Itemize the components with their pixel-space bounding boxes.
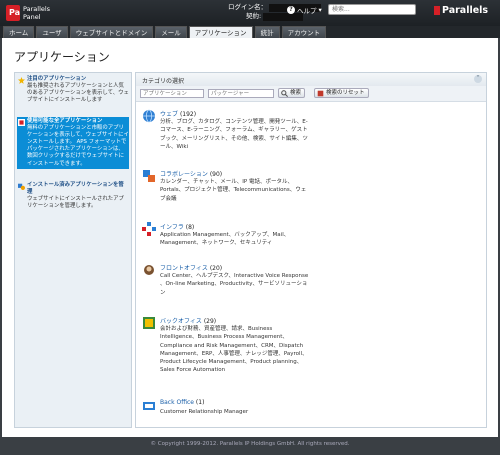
manage-apps-icon <box>18 183 25 190</box>
category-count: (20) <box>209 265 223 272</box>
tab-account[interactable]: アカウント <box>281 26 327 38</box>
top-bar: Pa Parallels Panel ログイン名： 契約: ? ヘルプ ▾ Pa… <box>0 0 500 26</box>
category-desc: Call Center、ヘルプデスク、Interactive Voice Res… <box>160 273 309 296</box>
logo-mark-icon: Pa <box>6 5 20 21</box>
brand-label: Parallels <box>442 5 489 16</box>
category-count: (1) <box>195 399 205 406</box>
filter-bar: 検索 検索のリセット <box>136 86 486 102</box>
category-link-back-office[interactable]: バックオフィス (29) <box>160 316 216 325</box>
packager-filter-input[interactable] <box>208 89 274 98</box>
sidebar-item-all-apps[interactable]: 使用可能な全アプリケーション 無料のアプリケーションと市販のアプリケーションを表… <box>17 117 129 169</box>
category-count: (8) <box>185 224 195 231</box>
parallels-panel-logo[interactable]: Pa Parallels Panel <box>6 4 66 22</box>
search-input[interactable] <box>328 4 416 15</box>
search-icon <box>281 90 288 97</box>
tab-users[interactable]: ユーザ <box>36 26 68 38</box>
sidebar-item-desc: 最も推奨されるアプリケーションと人気のあるアプリケーションを表示して、ウェブサイ… <box>27 83 129 104</box>
reset-search-button[interactable]: 検索のリセット <box>314 88 369 98</box>
category-desc: 会計および財務、資産管理、請求、Business Intelligence、Bu… <box>160 326 308 374</box>
help-label: ヘルプ <box>297 7 317 15</box>
logo-line1: Parallels <box>23 5 51 13</box>
sidebar-item-title: 注目のアプリケーション <box>27 76 87 82</box>
footer-copyright: © Copyright 1999-2012. Parallels IP Hold… <box>150 441 350 447</box>
application-filter-input[interactable] <box>140 89 204 98</box>
category-desc: カレンダー、チャット、メール、IP 電話、ポータル、Portals、プロジェクト… <box>160 179 307 202</box>
contract-label: 契約: <box>246 12 262 20</box>
category-count: (90) <box>209 171 223 178</box>
tab-home[interactable]: ホーム <box>3 26 35 38</box>
sidebar: 注目のアプリケーション 最も推奨されるアプリケーションと人気のあるアプリケーショ… <box>14 72 132 428</box>
category-link-web[interactable]: ウェブ (192) <box>160 109 196 118</box>
category-link-collaboration[interactable]: コラボレーション (90) <box>160 169 222 178</box>
headset-icon <box>144 265 154 275</box>
category-name: フロントオフィス <box>160 265 208 272</box>
category-name: インフラ <box>160 224 184 231</box>
logo-line2: Panel <box>23 13 41 21</box>
sidebar-item-featured[interactable]: 注目のアプリケーション 最も推奨されるアプリケーションと人気のあるアプリケーショ… <box>17 75 129 105</box>
sidebar-item-desc: ウェブサイトにインストールされたアプリケーションを管理します。 <box>27 196 124 210</box>
reset-icon <box>317 90 324 97</box>
collaboration-icon <box>143 170 155 182</box>
page-content: アプリケーション 注目のアプリケーション 最も推奨されるアプリケーションと人気の… <box>2 38 498 437</box>
star-icon <box>18 77 25 84</box>
login-label: ログイン名： <box>228 3 267 11</box>
sidebar-item-installed[interactable]: インストール済みアプリケーションを管理 ウェブサイトにインストールされたアプリケ… <box>17 181 129 211</box>
category-count: (192) <box>179 111 197 118</box>
main-tabs: ホーム ユーザ ウェブサイトとドメイン メール アプリケーション 統計 アカウン… <box>0 26 500 38</box>
tab-mail[interactable]: メール <box>155 26 187 38</box>
help-menu[interactable]: ? ヘルプ ▾ <box>287 5 322 15</box>
category-count: (29) <box>203 318 217 325</box>
page-title: アプリケーション <box>14 50 110 64</box>
logo-letter: Pa <box>9 8 21 17</box>
search-button[interactable]: 検索 <box>278 88 306 98</box>
category-name: コラボレーション <box>160 171 208 178</box>
search-button-label: 検索 <box>290 90 302 96</box>
back-office-icon <box>143 317 155 329</box>
category-panel: カテゴリの選択 ˄ 検索 検索のリセット ウェブ (192) 分析、ブログ、カタ… <box>135 72 487 428</box>
category-desc: Customer Relationship Manager <box>160 409 249 415</box>
category-select-label: カテゴリの選択 <box>142 78 185 85</box>
category-name: Back Office <box>160 399 194 406</box>
sidebar-item-desc: 無料のアプリケーションと市販のアプリケーションを表示して、ウェブサイトにインスト… <box>27 125 129 167</box>
category-panel-header: カテゴリの選択 ˄ <box>136 73 486 87</box>
category-name: ウェブ <box>160 111 179 118</box>
sidebar-item-title: インストール済みアプリケーションを管理 <box>27 182 124 196</box>
tab-statistics[interactable]: 統計 <box>254 26 280 38</box>
tab-websites-domains[interactable]: ウェブサイトとドメイン <box>69 26 154 38</box>
category-link-infrastructure[interactable]: インフラ (8) <box>160 222 194 231</box>
category-link-back-office-en[interactable]: Back Office (1) <box>160 399 204 406</box>
category-name: バックオフィス <box>160 318 202 325</box>
tab-applications[interactable]: アプリケーション <box>188 26 253 38</box>
help-icon: ? <box>287 6 295 14</box>
category-link-front-office[interactable]: フロントオフィス (20) <box>160 263 222 272</box>
back-office-en-icon <box>143 402 155 410</box>
reset-button-label: 検索のリセット <box>326 90 365 96</box>
category-desc: 分析、ブログ、カタログ、コンテンツ管理、開発ツール、E-コマース、E-ラーニング… <box>160 119 308 150</box>
globe-icon <box>143 109 155 123</box>
sidebar-item-title: 使用可能な全アプリケーション <box>27 118 103 124</box>
collapse-icon[interactable]: ˄ <box>474 75 482 83</box>
chevron-down-icon: ▾ <box>318 6 322 14</box>
brand-square-icon <box>434 6 440 15</box>
apps-icon <box>18 119 25 126</box>
infrastructure-icon <box>142 222 156 236</box>
parallels-brand: Parallels <box>434 5 488 16</box>
category-desc: Application Management、バックアップ、Mail、Manag… <box>160 232 290 247</box>
